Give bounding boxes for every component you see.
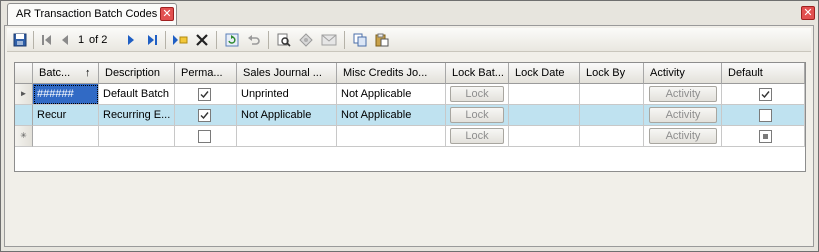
copy-icon[interactable] — [351, 31, 369, 49]
permanent-checkbox[interactable] — [198, 130, 211, 143]
cell-lock-batch: Lock — [446, 126, 509, 147]
grid-header-row: Batc... ↑ Description Perma... Sales Jou… — [15, 63, 805, 84]
cell-misc-credits[interactable]: Not Applicable — [337, 84, 446, 105]
delete-icon[interactable] — [193, 31, 211, 49]
column-header-lock-date[interactable]: Lock Date — [509, 63, 580, 84]
cell-permanent[interactable] — [175, 126, 237, 147]
save-icon[interactable] — [11, 31, 29, 49]
column-header-description[interactable]: Description — [99, 63, 175, 84]
permanent-checkbox[interactable] — [198, 88, 211, 101]
cell-sales-journal[interactable] — [237, 126, 337, 147]
new-row[interactable]: ✳ Lock Activity — [15, 126, 805, 147]
last-record-icon[interactable] — [143, 31, 161, 49]
cell-permanent[interactable] — [175, 84, 237, 105]
column-header-misc-credits[interactable]: Misc Credits Jo... — [337, 63, 446, 84]
cell-lock-batch: Lock — [446, 105, 509, 126]
toolbar-separator — [165, 31, 166, 49]
cell-lock-by[interactable] — [580, 84, 644, 105]
cell-description[interactable] — [99, 126, 175, 147]
toolbar-separator — [344, 31, 345, 49]
column-header-lock-batch[interactable]: Lock Bat... — [446, 63, 509, 84]
undo-icon[interactable] — [245, 31, 263, 49]
new-record-icon[interactable] — [171, 31, 189, 49]
cell-default[interactable] — [722, 126, 805, 147]
default-checkbox[interactable] — [759, 130, 772, 143]
cell-description[interactable]: Default Batch — [99, 84, 175, 105]
cell-lock-batch: Lock — [446, 84, 509, 105]
sort-ascending-icon: ↑ — [85, 67, 91, 79]
cell-default[interactable] — [722, 84, 805, 105]
cell-batch[interactable] — [33, 126, 99, 147]
cell-misc-credits[interactable]: Not Applicable — [337, 105, 446, 126]
permanent-checkbox[interactable] — [198, 109, 211, 122]
activity-button[interactable]: Activity — [649, 107, 717, 123]
column-header-label: Batc... — [39, 67, 71, 79]
default-checkbox[interactable] — [759, 109, 772, 122]
cell-lock-date[interactable] — [509, 84, 580, 105]
cell-lock-date[interactable] — [509, 126, 580, 147]
row-current-indicator-icon[interactable]: ► — [15, 84, 33, 105]
find-icon[interactable] — [275, 31, 293, 49]
column-header-permanent[interactable]: Perma... — [175, 63, 237, 84]
cell-misc-credits[interactable] — [337, 126, 446, 147]
cell-lock-date[interactable] — [509, 105, 580, 126]
lock-button[interactable]: Lock — [450, 128, 504, 144]
cell-lock-by[interactable] — [580, 105, 644, 126]
default-checkbox[interactable] — [759, 88, 772, 101]
cell-sales-journal[interactable]: Not Applicable — [237, 105, 337, 126]
first-record-icon[interactable] — [38, 31, 56, 49]
toolbar-separator — [216, 31, 217, 49]
table-row[interactable]: Recur Recurring E... Not Applicable Not … — [15, 105, 805, 126]
column-header-sales-journal[interactable]: Sales Journal ... — [237, 63, 337, 84]
cell-sales-journal[interactable]: Unprinted — [237, 84, 337, 105]
cell-lock-by[interactable] — [580, 126, 644, 147]
row-header[interactable] — [15, 105, 33, 126]
cell-permanent[interactable] — [175, 105, 237, 126]
tab-ar-transaction-batch-codes[interactable]: AR Transaction Batch Codes ✕ — [7, 3, 177, 25]
window: AR Transaction Batch Codes ✕ ✕ 1 of 2 Ba… — [0, 0, 819, 252]
lock-button[interactable]: Lock — [450, 86, 504, 102]
grid-corner — [15, 63, 33, 84]
tab-title: AR Transaction Batch Codes — [16, 8, 158, 20]
activity-button[interactable]: Activity — [649, 128, 717, 144]
column-header-default[interactable]: Default — [722, 63, 805, 84]
lock-button[interactable]: Lock — [450, 107, 504, 123]
cell-activity: Activity — [644, 105, 722, 126]
toolbar-separator — [33, 31, 34, 49]
paste-icon[interactable] — [373, 31, 391, 49]
main-panel: 1 of 2 Batc... ↑ Description Perma... Sa… — [4, 25, 814, 247]
page-total: of 2 — [89, 34, 108, 46]
batch-codes-grid: Batc... ↑ Description Perma... Sales Jou… — [14, 62, 806, 172]
cell-default[interactable] — [722, 105, 805, 126]
tab-close-icon[interactable]: ✕ — [160, 7, 174, 21]
tab-strip: AR Transaction Batch Codes ✕ ✕ — [1, 1, 818, 25]
clear-filter-icon[interactable] — [297, 31, 315, 49]
cell-activity: Activity — [644, 84, 722, 105]
table-row[interactable]: ► ###### Default Batch Unprinted Not App… — [15, 84, 805, 105]
new-row-indicator-icon[interactable]: ✳ — [15, 126, 33, 147]
column-header-activity[interactable]: Activity — [644, 63, 722, 84]
cell-description[interactable]: Recurring E... — [99, 105, 175, 126]
cell-batch[interactable]: ###### — [33, 84, 99, 105]
cell-activity: Activity — [644, 126, 722, 147]
next-record-icon[interactable] — [122, 31, 140, 49]
window-close-icon[interactable]: ✕ — [801, 6, 815, 20]
previous-record-icon[interactable] — [56, 31, 74, 49]
column-header-lock-by[interactable]: Lock By — [580, 63, 644, 84]
activity-button[interactable]: Activity — [649, 86, 717, 102]
page-current: 1 — [78, 34, 85, 46]
cell-batch[interactable]: Recur — [33, 105, 99, 126]
toolbar: 1 of 2 — [7, 28, 811, 52]
email-icon[interactable] — [320, 31, 338, 49]
column-header-batch[interactable]: Batc... ↑ — [33, 63, 99, 84]
toolbar-separator — [268, 31, 269, 49]
refresh-icon[interactable] — [223, 31, 241, 49]
